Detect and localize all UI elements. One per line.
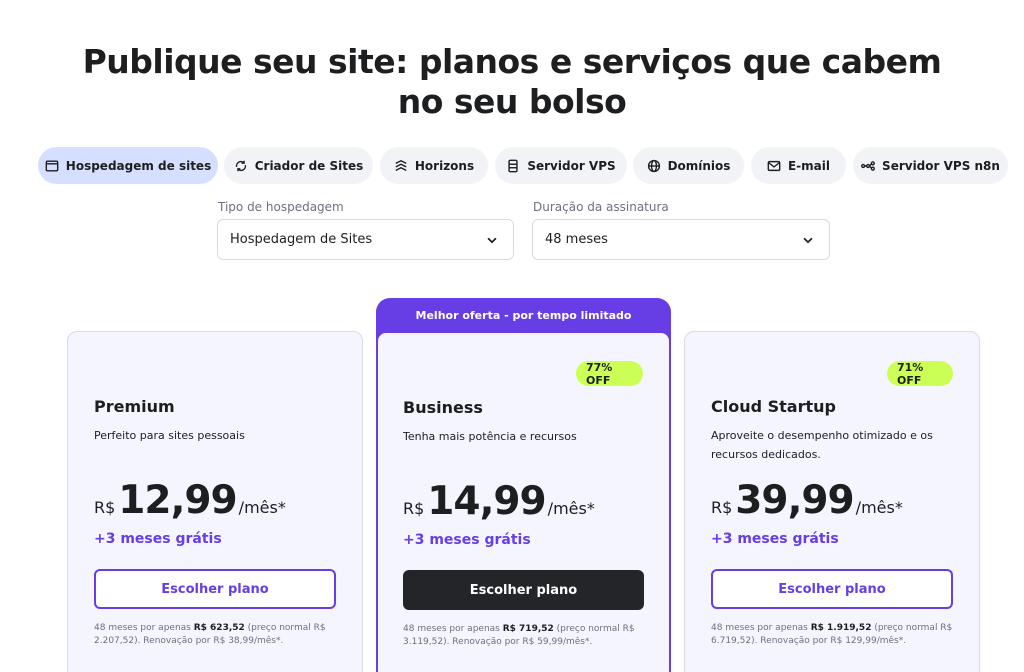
price-value: 12,99	[118, 478, 237, 523]
tab-label: Servidor VPS	[527, 158, 616, 173]
price-suffix: /mês*	[547, 499, 595, 518]
price-suffix: /mês*	[238, 498, 286, 517]
discount-badge: 77% OFF	[576, 361, 643, 387]
price-suffix: /mês*	[855, 498, 903, 517]
horizons-icon	[395, 159, 407, 171]
price-currency: R$	[403, 499, 425, 518]
choose-plan-button[interactable]: Escolher plano	[403, 570, 644, 610]
n8n-icon	[861, 160, 875, 171]
plan-price: R$ 14,99 /mês*	[403, 479, 595, 524]
builder-refresh-icon	[235, 160, 246, 171]
tab-label: Servidor VPS n8n	[882, 158, 1000, 173]
tab-label: Horizons	[414, 158, 475, 173]
hosting-type-select[interactable]: Hospedagem de Sites	[217, 219, 514, 260]
plan-description: Tenha mais potência e recursos	[403, 430, 577, 443]
bonus-months: +3 meses grátis	[403, 532, 531, 548]
browser-window-icon	[45, 159, 59, 172]
globe-icon	[647, 159, 660, 172]
plan-fine-print: 48 meses por apenas R$ 1.919,52 (preço n…	[711, 623, 953, 646]
plan-description: Aproveite o desempenho otimizado e os re…	[711, 429, 933, 461]
plan-fine-print: 48 meses por apenas R$ 719,52 (preço nor…	[403, 624, 635, 647]
hosting-type-value: Hospedagem de Sites	[230, 232, 373, 247]
tab-hospedagem-de-sites[interactable]: Hospedagem de sites	[38, 147, 218, 184]
price-currency: R$	[94, 498, 116, 517]
tab-label: Hospedagem de sites	[65, 158, 212, 173]
duration-value: 48 meses	[545, 232, 608, 247]
plan-fine-print: 48 meses por apenas R$ 623,52 (preço nor…	[94, 623, 326, 646]
tab-horizons[interactable]: Horizons	[380, 147, 488, 184]
plan-price: R$ 12,99 /mês*	[94, 478, 286, 523]
price-currency: R$	[711, 498, 733, 517]
discount-badge: 71% OFF	[887, 361, 953, 387]
plan-description: Perfeito para sites pessoais	[94, 429, 245, 442]
tab-label: Criador de Sites	[254, 158, 364, 173]
bonus-months: +3 meses grátis	[711, 531, 839, 547]
choose-plan-button[interactable]: Escolher plano	[94, 569, 336, 609]
server-icon	[508, 159, 518, 172]
price-value: 14,99	[427, 479, 546, 524]
plan-name: Cloud Startup	[711, 397, 836, 416]
bonus-months: +3 meses grátis	[94, 531, 222, 547]
mail-icon	[767, 160, 781, 171]
tab-servidor-vps[interactable]: Servidor VPS	[495, 147, 627, 184]
tab-e-mail[interactable]: E-mail	[751, 147, 846, 184]
choose-plan-button[interactable]: Escolher plano	[711, 569, 953, 609]
page-title-line-2: no seu bolso	[397, 82, 627, 121]
hosting-type-label: Tipo de hospedagem	[218, 200, 344, 214]
duration-label: Duração da assinatura	[533, 200, 669, 214]
tab-servidor-vps-n8n[interactable]: Servidor VPS n8n	[853, 147, 1008, 184]
page-title-line-1: Publique seu site: planos e serviços que…	[82, 42, 942, 81]
duration-select[interactable]: 48 meses	[532, 219, 830, 260]
chevron-down-icon	[487, 237, 497, 243]
tab-label: Domínios	[667, 158, 731, 173]
plan-price: R$ 39,99 /mês*	[711, 478, 903, 523]
tab-criador-de-sites[interactable]: Criador de Sites	[224, 147, 373, 184]
tab-dominios[interactable]: Domínios	[633, 147, 744, 184]
plan-name: Premium	[94, 397, 175, 416]
plan-name: Business	[403, 398, 483, 417]
page-title: Publique seu site: planos e serviços que…	[0, 42, 1024, 122]
chevron-down-icon	[803, 237, 813, 243]
price-value: 39,99	[735, 478, 854, 523]
tab-label: E-mail	[787, 158, 830, 173]
